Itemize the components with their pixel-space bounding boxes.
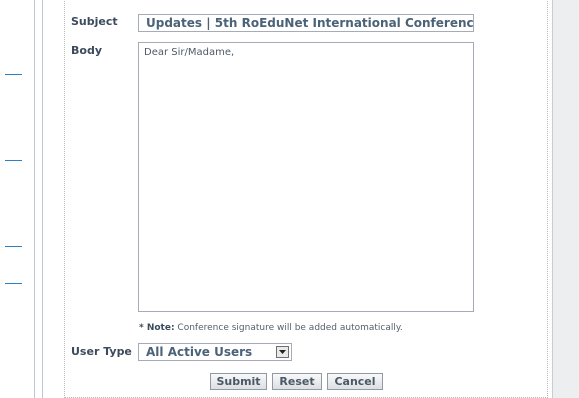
- user-type-label: User Type: [71, 345, 132, 358]
- signature-note: * Note: Conference signature will be add…: [139, 323, 403, 333]
- body-label: Body: [71, 44, 102, 57]
- note-label: * Note:: [139, 323, 175, 333]
- nav-link-marker[interactable]: [5, 74, 22, 75]
- nav-link-marker[interactable]: [5, 246, 22, 247]
- user-type-select[interactable]: All Active Users: [138, 343, 292, 361]
- column-divider: [42, 0, 43, 398]
- note-text: Conference signature will be added autom…: [174, 323, 403, 333]
- chevron-down-icon[interactable]: [276, 346, 289, 358]
- right-scroll-panel: [552, 0, 579, 398]
- subject-label: Subject: [71, 15, 118, 28]
- nav-link-marker[interactable]: [5, 160, 22, 161]
- page: Subject Updates | 5th RoEduNet Internati…: [0, 0, 579, 398]
- subject-input[interactable]: Updates | 5th RoEduNet International Con…: [138, 14, 474, 32]
- cancel-button[interactable]: Cancel: [327, 373, 383, 390]
- column-divider: [34, 0, 35, 398]
- nav-link-marker[interactable]: [5, 283, 22, 284]
- reset-button[interactable]: Reset: [272, 373, 322, 390]
- user-type-selected-value: All Active Users: [146, 345, 253, 359]
- body-textarea[interactable]: Dear Sir/Madame,: [138, 42, 474, 312]
- submit-button[interactable]: Submit: [210, 373, 267, 390]
